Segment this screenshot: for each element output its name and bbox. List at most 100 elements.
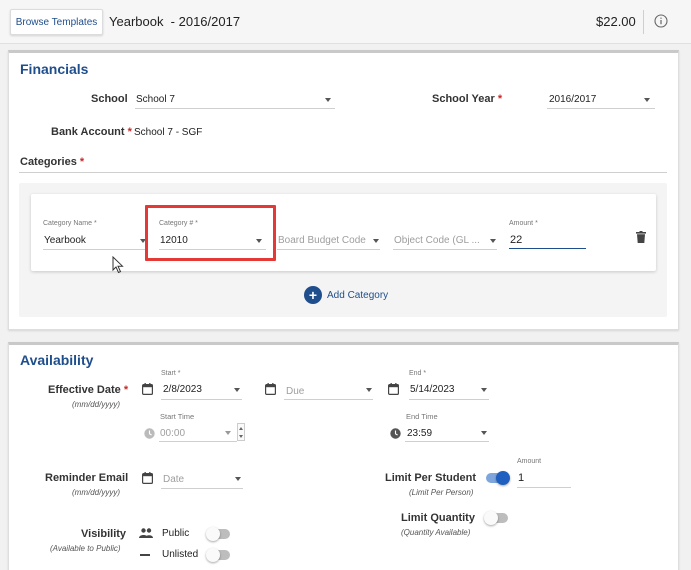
limit-amount-input[interactable]: Amount 1 (517, 458, 571, 488)
clock-icon (144, 428, 155, 439)
end-time-label: End Time (406, 412, 438, 421)
visibility-hint: (Available to Public) (50, 544, 121, 553)
add-category-label: Add Category (327, 289, 389, 301)
calendar-icon[interactable] (265, 383, 276, 395)
limit-quantity-toggle[interactable] (484, 511, 508, 525)
categories-divider (19, 172, 667, 173)
end-time-input[interactable]: End Time 23:59 (390, 412, 489, 442)
limit-quantity-label: Limit Quantity (401, 512, 475, 524)
caret-down-icon (373, 239, 379, 243)
amount-label: Amount * (509, 220, 538, 227)
school-year-label-text: School Year (432, 93, 495, 105)
limit-quantity-hint: (Quantity Available) (401, 528, 471, 537)
amount-value: 22 (510, 234, 523, 246)
unlisted-toggle[interactable] (206, 548, 230, 562)
public-toggle[interactable] (206, 527, 230, 541)
cursor-icon (112, 256, 124, 274)
underline (277, 249, 380, 250)
amount-input[interactable]: Amount * 22 (509, 220, 586, 250)
caret-down-icon (234, 388, 240, 392)
limit-per-student-label: Limit Per Student (385, 472, 477, 484)
school-select[interactable]: School 7 (135, 91, 335, 109)
top-bar: Browse Templates Yearbook - 2016/2017 $2… (0, 0, 691, 44)
limit-amount-label: Amount (517, 458, 542, 465)
bank-account-label: Bank Account * (51, 126, 132, 138)
start-date-input[interactable]: Start * 2/8/2023 (142, 370, 242, 400)
underline (409, 399, 489, 400)
end-value: 5/14/2023 (410, 384, 455, 395)
trash-icon[interactable] (636, 231, 646, 243)
bank-account-value: School 7 - SGF (134, 127, 203, 138)
plus-icon: + (304, 286, 322, 304)
toggle-knob (206, 527, 220, 541)
page-title: Yearbook - 2016/2017 (109, 14, 241, 29)
underline (509, 248, 586, 249)
start-time-value: 00:00 (160, 428, 186, 439)
board-budget-code-select[interactable]: Board Budget Code (277, 220, 380, 250)
required-mark: * (497, 93, 503, 105)
time-spinner[interactable] (237, 423, 245, 441)
underline (161, 399, 242, 400)
clock-icon (390, 428, 401, 439)
caret-down-icon (235, 477, 241, 481)
underline (159, 441, 237, 442)
underline (547, 108, 655, 109)
underline (405, 441, 489, 442)
caret-down-icon (490, 239, 496, 243)
limit-amount-value: 1 (518, 472, 525, 484)
end-time-value: 23:59 (407, 428, 433, 439)
chevron-down-icon (239, 435, 243, 438)
toggle-knob (496, 471, 510, 485)
school-label: School (91, 93, 128, 105)
due-date-input[interactable]: Due (265, 383, 373, 400)
end-date-input[interactable]: End * 5/14/2023 (388, 370, 489, 400)
calendar-icon[interactable] (142, 383, 153, 395)
end-label: End * (409, 370, 427, 377)
category-name-select[interactable]: Category Name * Yearbook (43, 220, 146, 250)
underline (161, 488, 243, 489)
caret-down-icon (644, 98, 650, 102)
limit-per-student-hint: (Limit Per Person) (409, 488, 474, 497)
public-label: Public (162, 528, 190, 539)
start-label: Start * (161, 370, 181, 377)
caret-down-icon (366, 388, 372, 392)
effective-date-label-text: Effective Date (48, 384, 121, 396)
effective-date-label: Effective Date * (48, 384, 128, 396)
limit-per-student-toggle[interactable] (486, 471, 510, 485)
caret-down-icon (325, 98, 331, 102)
price-total: $22.00 (596, 14, 636, 29)
browse-templates-button[interactable]: Browse Templates (10, 9, 103, 35)
people-icon (139, 528, 153, 538)
reminder-email-hint: (mm/dd/yyyy) (72, 488, 120, 497)
underline (393, 249, 497, 250)
calendar-icon[interactable] (142, 472, 153, 484)
required-mark: * (123, 384, 129, 396)
visibility-label: Visibility (81, 528, 127, 540)
start-time-input[interactable]: Start Time 00:00 (144, 412, 246, 442)
required-mark: * (79, 156, 85, 168)
highlight-box (145, 205, 276, 261)
caret-down-icon (481, 431, 487, 435)
bank-account-label-text: Bank Account (51, 126, 125, 138)
reminder-date-input[interactable]: Date (142, 471, 243, 489)
unlisted-label: Unlisted (162, 549, 199, 560)
object-code-placeholder: Object Code (GL ... (394, 235, 480, 246)
start-value: 2/8/2023 (163, 384, 202, 395)
object-code-select[interactable]: Object Code (GL ... (393, 220, 497, 250)
calendar-icon[interactable] (388, 383, 399, 395)
school-year-value: 2016/2017 (549, 94, 597, 105)
chevron-up-icon (239, 427, 243, 430)
school-year-select[interactable]: 2016/2017 (547, 91, 655, 109)
info-icon[interactable] (654, 14, 668, 28)
category-name-value: Yearbook (44, 235, 86, 246)
underline (284, 399, 373, 400)
board-budget-code-placeholder: Board Budget Code (278, 235, 366, 246)
financials-title: Financials (20, 61, 89, 77)
caret-down-icon (481, 388, 487, 392)
toggle-knob (484, 511, 498, 525)
underline (135, 108, 335, 109)
dash-icon (140, 554, 150, 556)
school-value: School 7 (136, 94, 175, 105)
caret-down-icon (225, 431, 231, 435)
add-category-button[interactable]: + Add Category (304, 286, 388, 304)
